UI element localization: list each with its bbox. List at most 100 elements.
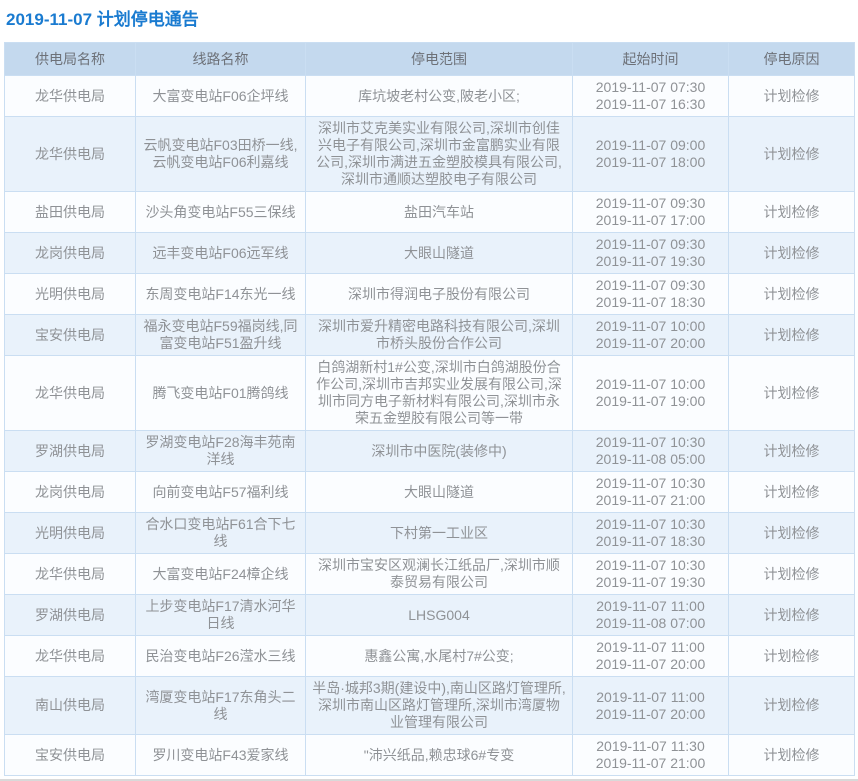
outage-table-header: 供电局名称 线路名称 停电范围 起始时间 停电原因 [5, 43, 855, 76]
start-time: 2019-11-07 11:30 [579, 738, 722, 755]
end-time: 2019-11-07 18:30 [579, 294, 722, 311]
end-time: 2019-11-07 18:00 [579, 154, 722, 171]
scope-cell: 惠鑫公寓,水尾村7#公变; [306, 636, 573, 677]
start-time: 2019-11-07 07:30 [579, 79, 722, 96]
reason-cell: 计划检修 [729, 554, 855, 595]
line-cell: 大富变电站F06企坪线 [136, 76, 306, 117]
time-cell: 2019-11-07 11:00 2019-11-07 20:00 [573, 636, 729, 677]
end-time: 2019-11-07 19:30 [579, 574, 722, 591]
end-time: 2019-11-07 20:00 [579, 706, 722, 723]
reason-cell: 计划检修 [729, 595, 855, 636]
table-row: 罗湖供电局 上步变电站F17清水河华日线 LHSG004 2019-11-07 … [5, 595, 855, 636]
reason-cell: 计划检修 [729, 274, 855, 315]
scope-cell: LHSG004 [306, 595, 573, 636]
bureau-cell: 龙华供电局 [5, 356, 136, 431]
column-header-bureau: 供电局名称 [5, 43, 136, 76]
start-time: 2019-11-07 10:30 [579, 434, 722, 451]
line-cell: 湾厦变电站F17东角头二线 [136, 677, 306, 735]
start-time: 2019-11-07 10:00 [579, 376, 722, 393]
scope-cell: 深圳市得润电子股份有限公司 [306, 274, 573, 315]
reason-cell: 计划检修 [729, 472, 855, 513]
time-cell: 2019-11-07 10:00 2019-11-07 19:00 [573, 356, 729, 431]
scope-cell: "沛兴纸品,赖忠球6#专变 [306, 735, 573, 776]
page-title: 2019-11-07 计划停电通告 [4, 8, 854, 32]
reason-cell: 计划检修 [729, 431, 855, 472]
start-time: 2019-11-07 10:00 [579, 318, 722, 335]
end-time: 2019-11-07 17:00 [579, 212, 722, 229]
line-cell: 民治变电站F26滢水三线 [136, 636, 306, 677]
reason-cell: 计划检修 [729, 117, 855, 192]
time-cell: 2019-11-07 09:00 2019-11-07 18:00 [573, 117, 729, 192]
table-row: 南山供电局 湾厦变电站F17东角头二线 半岛·城邦3期(建设中),南山区路灯管理… [5, 677, 855, 735]
scope-cell: 下村第一工业区 [306, 513, 573, 554]
start-time: 2019-11-07 11:00 [579, 598, 722, 615]
column-header-scope: 停电范围 [306, 43, 573, 76]
line-cell: 合水口变电站F61合下七线 [136, 513, 306, 554]
scope-cell: 深圳市爱升精密电路科技有限公司,深圳市桥头股份合作公司 [306, 315, 573, 356]
scope-cell: 库坑坡老村公变,陂老小区; [306, 76, 573, 117]
start-time: 2019-11-07 09:30 [579, 277, 722, 294]
end-time: 2019-11-07 18:30 [579, 533, 722, 550]
bureau-cell: 龙华供电局 [5, 76, 136, 117]
column-header-line: 线路名称 [136, 43, 306, 76]
start-time: 2019-11-07 09:30 [579, 195, 722, 212]
end-time: 2019-11-07 20:00 [579, 656, 722, 673]
end-time: 2019-11-08 07:00 [579, 615, 722, 632]
reason-cell: 计划检修 [729, 233, 855, 274]
table-row: 龙岗供电局 远丰变电站F06远军线 大眼山隧道 2019-11-07 09:30… [5, 233, 855, 274]
time-cell: 2019-11-07 09:30 2019-11-07 19:30 [573, 233, 729, 274]
scope-cell: 大眼山隧道 [306, 233, 573, 274]
scope-cell: 深圳市中医院(装修中) [306, 431, 573, 472]
time-cell: 2019-11-07 11:00 2019-11-08 07:00 [573, 595, 729, 636]
scope-cell: 深圳市艾克美实业有限公司,深圳市创佳兴电子有限公司,深圳市金富鹏实业有限公司,深… [306, 117, 573, 192]
time-cell: 2019-11-07 09:30 2019-11-07 17:00 [573, 192, 729, 233]
line-cell: 云帆变电站F03田桥一线,云帆变电站F06利嘉线 [136, 117, 306, 192]
bureau-cell: 罗湖供电局 [5, 595, 136, 636]
bureau-cell: 南山供电局 [5, 677, 136, 735]
time-cell: 2019-11-07 10:30 2019-11-07 19:30 [573, 554, 729, 595]
reason-cell: 计划检修 [729, 636, 855, 677]
time-cell: 2019-11-07 11:30 2019-11-07 21:00 [573, 735, 729, 776]
scope-cell: 大眼山隧道 [306, 472, 573, 513]
bureau-cell: 盐田供电局 [5, 192, 136, 233]
line-cell: 福永变电站F59福岗线,同富变电站F51盈升线 [136, 315, 306, 356]
end-time: 2019-11-07 19:00 [579, 393, 722, 410]
end-time: 2019-11-08 05:00 [579, 451, 722, 468]
time-cell: 2019-11-07 10:30 2019-11-07 18:30 [573, 513, 729, 554]
table-row: 龙华供电局 民治变电站F26滢水三线 惠鑫公寓,水尾村7#公变; 2019-11… [5, 636, 855, 677]
start-time: 2019-11-07 11:00 [579, 639, 722, 656]
bureau-cell: 龙华供电局 [5, 117, 136, 192]
start-time: 2019-11-07 11:00 [579, 689, 722, 706]
bureau-cell: 龙岗供电局 [5, 472, 136, 513]
outage-table: 供电局名称 线路名称 停电范围 起始时间 停电原因 龙华供电局 大富变电站F06… [4, 42, 855, 776]
end-time: 2019-11-07 20:00 [579, 335, 722, 352]
bureau-cell: 宝安供电局 [5, 735, 136, 776]
line-cell: 沙头角变电站F55三保线 [136, 192, 306, 233]
table-row: 光明供电局 东周变电站F14东光一线 深圳市得润电子股份有限公司 2019-11… [5, 274, 855, 315]
table-row: 宝安供电局 福永变电站F59福岗线,同富变电站F51盈升线 深圳市爱升精密电路科… [5, 315, 855, 356]
table-row: 光明供电局 合水口变电站F61合下七线 下村第一工业区 2019-11-07 1… [5, 513, 855, 554]
reason-cell: 计划检修 [729, 315, 855, 356]
bureau-cell: 光明供电局 [5, 513, 136, 554]
line-cell: 大富变电站F24樟企线 [136, 554, 306, 595]
reason-cell: 计划检修 [729, 76, 855, 117]
start-time: 2019-11-07 10:30 [579, 557, 722, 574]
line-cell: 上步变电站F17清水河华日线 [136, 595, 306, 636]
reason-cell: 计划检修 [729, 735, 855, 776]
start-time: 2019-11-07 10:30 [579, 475, 722, 492]
scope-cell: 白鸽湖新村1#公变,深圳市白鸽湖股份合作公司,深圳市吉邦实业发展有限公司,深圳市… [306, 356, 573, 431]
line-cell: 东周变电站F14东光一线 [136, 274, 306, 315]
line-cell: 罗湖变电站F28海丰苑南洋线 [136, 431, 306, 472]
reason-cell: 计划检修 [729, 192, 855, 233]
table-row: 盐田供电局 沙头角变电站F55三保线 盐田汽车站 2019-11-07 09:3… [5, 192, 855, 233]
table-row: 宝安供电局 罗川变电站F43爱家线 "沛兴纸品,赖忠球6#专变 2019-11-… [5, 735, 855, 776]
bureau-cell: 龙华供电局 [5, 554, 136, 595]
outage-table-body: 龙华供电局 大富变电站F06企坪线 库坑坡老村公变,陂老小区; 2019-11-… [5, 76, 855, 776]
time-cell: 2019-11-07 10:30 2019-11-07 21:00 [573, 472, 729, 513]
end-time: 2019-11-07 21:00 [579, 492, 722, 509]
line-cell: 罗川变电站F43爱家线 [136, 735, 306, 776]
line-cell: 远丰变电站F06远军线 [136, 233, 306, 274]
column-header-reason: 停电原因 [729, 43, 855, 76]
bureau-cell: 龙岗供电局 [5, 233, 136, 274]
header-row: 供电局名称 线路名称 停电范围 起始时间 停电原因 [5, 43, 855, 76]
